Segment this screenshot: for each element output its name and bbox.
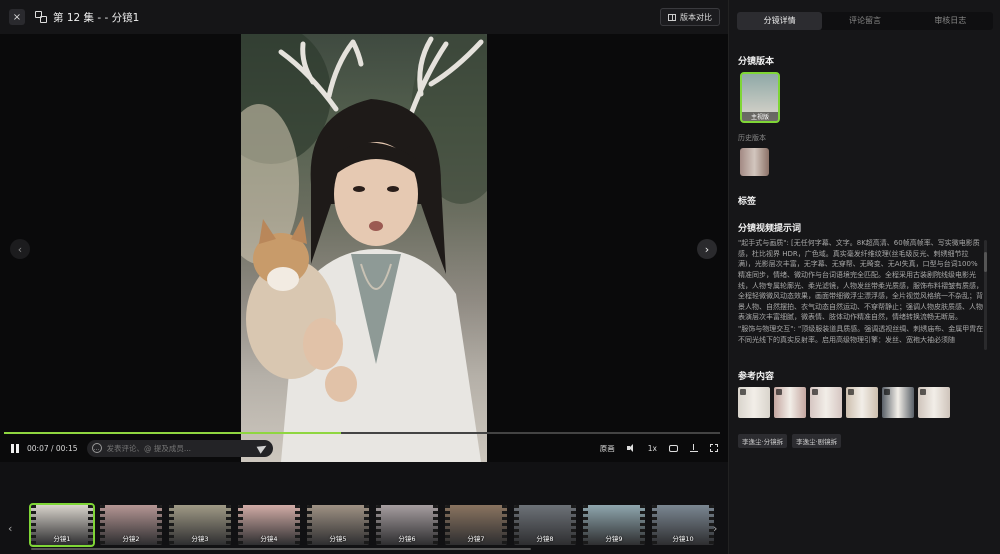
main-version-thumb[interactable]: 主视版 [740, 72, 780, 123]
player-controls: 00:07 / 00:15 … 原画 1x [0, 437, 728, 459]
previous-shot-button[interactable]: ‹ [10, 239, 30, 259]
reference-thumb[interactable] [918, 387, 950, 418]
reference-tags: 李逸尘·分镜拆 李逸尘·剧镜拆 [738, 434, 842, 448]
filmstrip-thumb-label: 分镜6 [398, 535, 416, 543]
filmstrip-thumb-label: 分镜8 [536, 535, 554, 543]
playback-time: 00:07 / 00:15 [27, 443, 78, 453]
filmstrip-next-icon[interactable]: › [713, 522, 717, 535]
reference-badge-icon [776, 389, 782, 395]
filmstrip-thumb[interactable]: 分镜3 [169, 505, 231, 545]
filmstrip-thumb-label: 分镜2 [122, 535, 140, 543]
filmstrip-thumb[interactable]: 分镜10 [652, 505, 714, 545]
reference-tag[interactable]: 李逸尘·剧镜拆 [792, 434, 842, 448]
pause-button[interactable] [11, 443, 19, 453]
filmstrip-thumb-label: 分镜4 [260, 535, 278, 543]
tab-1[interactable]: 评论留言 [822, 12, 907, 30]
tab-0[interactable]: 分镜详情 [737, 12, 823, 30]
reference-thumb[interactable] [882, 387, 914, 418]
reference-badge-icon [740, 389, 746, 395]
prompt-section-title: 分镜视频提示词 [738, 224, 802, 234]
filmstrip-scrollbar[interactable] [31, 548, 531, 550]
filmstrip-thumb[interactable]: 分镜4 [238, 505, 300, 545]
loop-icon[interactable] [669, 444, 678, 452]
reference-badge-icon [812, 389, 818, 395]
version-compare-button[interactable]: 版本对比 [660, 8, 720, 26]
filmstrip-thumb-label: 分镜3 [191, 535, 209, 543]
filmstrip-thumb[interactable]: 分镜5 [307, 505, 369, 545]
panel-tabs: 分镜详情 评论留言 审核日志 [737, 12, 993, 30]
page-title: 第 12 集 - - 分镜1 [53, 11, 140, 24]
filmstrip-thumb-label: 分镜10 [672, 535, 694, 543]
send-icon[interactable] [256, 441, 268, 454]
tags-section-title: 标签 [738, 197, 757, 207]
chevron-left-icon: ‹ [17, 242, 23, 256]
filmstrip-thumb-label: 分镜7 [467, 535, 485, 543]
version-compare-label: 版本对比 [680, 12, 712, 22]
version-section-title: 分镜版本 [738, 57, 775, 67]
close-icon: × [12, 11, 22, 23]
progress-bar[interactable] [4, 432, 720, 434]
filmstrip-thumb-label: 分镜9 [605, 535, 623, 543]
pause-icon [11, 443, 14, 453]
filmstrip-thumb[interactable]: 分镜7 [445, 505, 507, 545]
reference-tag[interactable]: 李逸尘·分镜拆 [738, 434, 788, 448]
next-shot-button[interactable]: › [697, 239, 717, 259]
comment-input[interactable] [106, 443, 247, 453]
filmstrip-prev-icon[interactable]: ‹ [8, 522, 12, 535]
chevron-right-icon: › [704, 242, 710, 256]
progress-fill [4, 432, 341, 434]
comment-box[interactable]: … [86, 439, 273, 457]
filmstrip-thumb-label: 分镜5 [329, 535, 347, 543]
filmstrip-thumb[interactable]: 分镜2 [100, 505, 162, 545]
prompt-scrollbar[interactable] [984, 240, 987, 350]
reference-thumb[interactable] [810, 387, 842, 418]
history-version-label: 历史版本 [738, 134, 766, 142]
filmstrip-thumb[interactable]: 分镜1 [29, 503, 95, 547]
reference-list [738, 387, 950, 418]
filmstrip-thumb-label: 分镜1 [53, 535, 71, 543]
player-controls-right: 原画 1x [600, 437, 718, 459]
split-view-icon [668, 13, 676, 21]
reference-thumb[interactable] [774, 387, 806, 418]
video-frame [241, 34, 487, 462]
reference-thumb[interactable] [846, 387, 878, 418]
top-bar: × 第 12 集 - - 分镜1 版本对比 [0, 0, 728, 34]
reference-thumb[interactable] [738, 387, 770, 418]
reference-badge-icon [884, 389, 890, 395]
filmstrip-thumb[interactable]: 分镜9 [583, 505, 645, 545]
prompt-paragraph: "服饰与物理交互": "顶级服装道具质感。强调透视丝绸、刺绣庙布、金属甲胄在不同… [738, 325, 984, 344]
main-version-tag: 主视版 [742, 112, 778, 121]
close-button[interactable]: × [9, 9, 25, 25]
volume-icon[interactable] [626, 444, 636, 452]
reference-badge-icon [920, 389, 926, 395]
shot-filmstrip: ‹ 分镜1 分镜2 分镜3 分镜4 分镜5 分镜6 分镜7 分镜8 分镜9 分镜10 › [0, 462, 728, 554]
filmstrip-thumb[interactable]: 分镜6 [376, 505, 438, 545]
reference-badge-icon [848, 389, 854, 395]
speed-selector[interactable]: 1x [648, 444, 657, 453]
prompt-paragraph: "起手式与画质": [无任何字幕、文字。8K超高清、60帧高帧率、写实微电影质感… [738, 239, 983, 322]
storyboard-icon [35, 11, 47, 23]
history-version-thumb[interactable] [740, 148, 769, 176]
video-frame-image [241, 34, 487, 462]
fullscreen-icon[interactable] [710, 444, 718, 452]
tab-2[interactable]: 审核日志 [908, 12, 993, 30]
comment-icon: … [91, 443, 102, 453]
download-icon[interactable] [690, 444, 698, 452]
quality-selector[interactable]: 原画 [600, 443, 615, 454]
prompt-text: "起手式与画质": [无任何字幕、文字。8K超高清、60帧高帧率、写实微电影质感… [738, 238, 984, 352]
video-player[interactable]: ‹ › 00:07 / 00:15 … 原画 1x [0, 34, 728, 462]
refs-section-title: 参考内容 [738, 372, 775, 382]
detail-panel: 分镜详情 评论留言 审核日志 分镜版本 主视版 历史版本 标签 分镜视频提示词 "起… [728, 0, 1000, 554]
filmstrip-thumb[interactable]: 分镜8 [514, 505, 576, 545]
filmstrip-thumbs: 分镜1 分镜2 分镜3 分镜4 分镜5 分镜6 分镜7 分镜8 分镜9 分镜10 [29, 503, 714, 547]
